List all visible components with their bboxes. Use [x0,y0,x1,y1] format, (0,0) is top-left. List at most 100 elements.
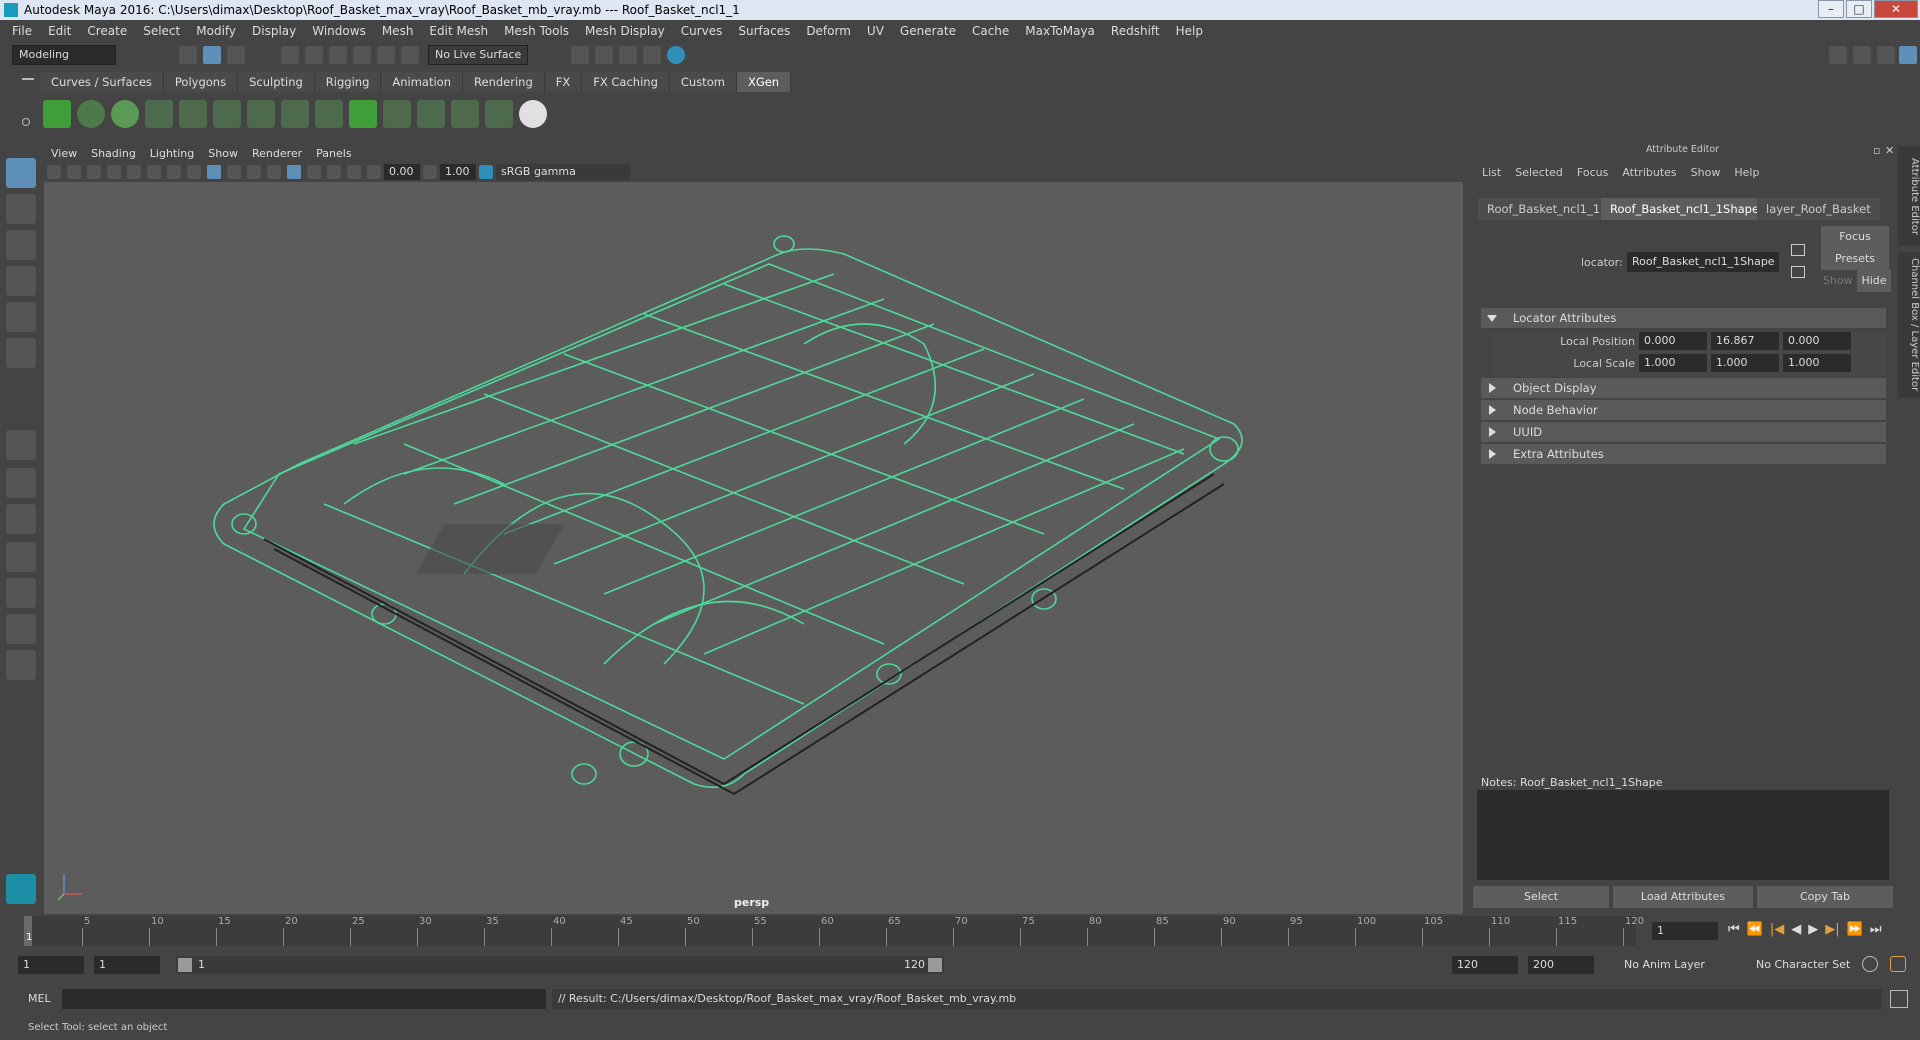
shelf-tab-animation[interactable]: Animation [381,72,464,92]
menu-mesh-display[interactable]: Mesh Display [577,24,673,38]
gamma-icon[interactable] [423,165,437,179]
menu-mesh-tools[interactable]: Mesh Tools [496,24,577,38]
resolution-gate-icon[interactable] [167,165,181,179]
rotate-tool-icon[interactable] [6,302,36,332]
menu-create[interactable]: Create [79,24,135,38]
focus-button[interactable]: Focus [1821,226,1889,248]
render-settings-icon[interactable] [643,46,661,64]
attribute-editor-toggle-icon[interactable] [1899,46,1917,64]
panel-layout-icon[interactable] [1877,46,1895,64]
section-extra-attributes[interactable]: Extra Attributes [1481,444,1886,464]
xgen-guide-length-icon[interactable] [315,100,343,128]
grid-toggle-icon[interactable] [127,165,141,179]
menu-file[interactable]: File [4,24,40,38]
menu-deform[interactable]: Deform [798,24,859,38]
local-position-y[interactable]: 16.867 [1711,332,1779,350]
safe-action-icon[interactable] [187,165,201,179]
bookmark-icon[interactable] [87,165,101,179]
select-button[interactable]: Select [1473,886,1609,908]
select-by-hierarchy-icon[interactable] [179,46,197,64]
ae-close-icon[interactable]: ✕ [1885,144,1894,157]
shelf-tab-custom[interactable]: Custom [669,72,737,92]
end-time-field[interactable]: 200 [1528,956,1594,974]
move-tool-icon[interactable] [6,266,36,296]
vp-menu-show[interactable]: Show [201,147,245,160]
menu-generate[interactable]: Generate [892,24,964,38]
ae-menu-show[interactable]: Show [1684,166,1728,179]
shelf-menu-icon[interactable] [22,78,34,80]
xray-icon[interactable] [287,165,301,179]
snap-grid-icon[interactable] [281,46,299,64]
shelf-tab-polygons[interactable]: Polygons [163,72,239,92]
menu-redshift[interactable]: Redshift [1103,24,1168,38]
snap-point-icon[interactable] [329,46,347,64]
outliner-layout-icon[interactable] [6,542,36,572]
local-position-x[interactable]: 0.000 [1639,332,1707,350]
snap-surface-icon[interactable] [377,46,395,64]
show-button[interactable]: Show [1823,274,1853,287]
xgen-comb-icon[interactable] [417,100,445,128]
live-surface-field[interactable]: No Live Surface [428,45,528,65]
step-forward-frame-icon[interactable]: ▶| [1825,922,1839,937]
script-editor-icon[interactable] [1890,990,1908,1008]
camera-attributes-icon[interactable] [67,165,81,179]
ae-menu-selected[interactable]: Selected [1508,166,1570,179]
exposure-field[interactable]: 0.00 [384,164,420,180]
vp-menu-renderer[interactable]: Renderer [245,147,309,160]
anim-layer-dropdown[interactable]: No Anim Layer [1624,958,1705,971]
menu-uv[interactable]: UV [859,24,892,38]
shelf-settings-icon[interactable] [22,118,30,126]
scale-tool-icon[interactable] [6,338,36,368]
step-back-frame-icon[interactable]: |◀ [1770,922,1784,937]
section-object-display[interactable]: Object Display [1481,378,1886,398]
copy-tab-button[interactable]: Copy Tab [1757,886,1893,908]
section-uuid[interactable]: UUID [1481,422,1886,442]
wireframe-mode-icon[interactable] [207,165,221,179]
playback-start-field[interactable]: 1 [94,956,160,974]
xgen-sphere-icon[interactable] [111,100,139,128]
shelf-tab-sculpting[interactable]: Sculpting [238,72,315,92]
render-layout-icon[interactable] [6,614,36,644]
mode-dropdown[interactable]: Modeling [12,45,116,65]
local-scale-z[interactable]: 1.000 [1783,354,1851,372]
time-slider[interactable]: 1 5 10 15 20 25 30 35 40 45 50 55 60 65 70 75 80 85 90 95 1… [24,914,1644,948]
go-to-input-icon[interactable] [1791,244,1805,256]
go-to-output-icon[interactable] [1791,266,1805,278]
layout-icon[interactable] [1853,46,1871,64]
menu-edit[interactable]: Edit [40,24,79,38]
select-tool-icon[interactable] [6,158,36,188]
menu-display[interactable]: Display [244,24,304,38]
notes-textarea[interactable] [1477,790,1889,880]
minimize-button[interactable]: – [1818,0,1844,18]
menu-help[interactable]: Help [1168,24,1211,38]
snap-curve-icon[interactable] [305,46,323,64]
local-scale-y[interactable]: 1.000 [1711,354,1779,372]
two-panes-layout-icon[interactable] [6,504,36,534]
paint-select-tool-icon[interactable] [6,230,36,260]
load-attributes-button[interactable]: Load Attributes [1613,886,1753,908]
xgen-lock-guide-icon[interactable] [281,100,309,128]
vp-menu-view[interactable]: View [44,147,84,160]
xgen-add-guide-icon[interactable] [179,100,207,128]
color-space-dropdown[interactable]: sRGB gamma [496,164,630,180]
xgen-create-description-icon[interactable] [77,100,105,128]
local-position-z[interactable]: 0.000 [1783,332,1851,350]
ae-menu-help[interactable]: Help [1727,166,1766,179]
step-forward-key-icon[interactable]: ⏩ [1847,922,1863,937]
smooth-shade-icon[interactable] [227,165,241,179]
ipr-render-icon[interactable] [619,46,637,64]
camera-select-icon[interactable] [47,165,61,179]
ae-menu-list[interactable]: List [1475,166,1508,179]
ae-tab-layer[interactable]: layer_Roof_Basket [1757,198,1880,220]
go-to-end-icon[interactable]: ⏭ [1870,922,1882,937]
menu-surfaces[interactable]: Surfaces [730,24,798,38]
xgen-place-guides-icon[interactable] [145,100,173,128]
vp-menu-lighting[interactable]: Lighting [143,147,201,160]
section-node-behavior[interactable]: Node Behavior [1481,400,1886,420]
shelf-tab-fx-caching[interactable]: FX Caching [582,72,670,92]
command-input[interactable] [62,989,546,1009]
ae-tab-transform[interactable]: Roof_Basket_ncl1_1 [1478,198,1610,220]
xgen-cut-icon[interactable] [451,100,479,128]
xgen-move-guide-icon[interactable] [213,100,241,128]
range-end-handle[interactable] [928,958,942,972]
